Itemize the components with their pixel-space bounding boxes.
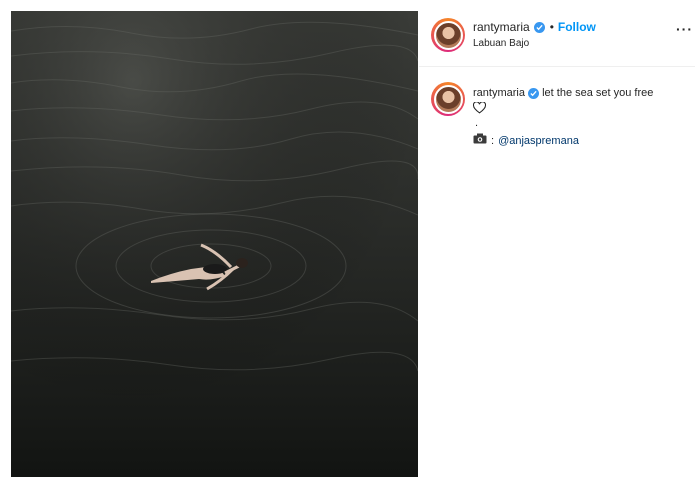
header-user-line: rantymaria • Follow [473,20,596,34]
instagram-post: rantymaria • Follow Labuan Bajo ··· rant… [0,0,700,488]
post-photo[interactable] [11,11,418,477]
post-sidebar: rantymaria • Follow Labuan Bajo ··· rant… [419,11,695,477]
sea-photo-image [11,11,418,477]
post-header: rantymaria • Follow Labuan Bajo ··· [419,11,695,67]
header-username[interactable]: rantymaria [473,20,530,34]
camera-icon [473,133,487,149]
heart-outline-icon [472,101,693,119]
follow-button[interactable]: Follow [558,20,596,34]
caption-text: rantymaria let the sea set you free . : … [472,86,693,149]
photo-credit: : @anjaspremana [473,133,693,149]
verified-badge-icon [528,88,540,99]
location-link[interactable]: Labuan Bajo [473,38,529,49]
verified-badge-icon [533,21,545,33]
caption-body: let the sea set you free [542,87,654,99]
caption-avatar[interactable] [431,82,465,116]
credit-colon: : [491,134,495,147]
avatar-image [433,84,463,114]
caption-block: rantymaria let the sea set you free . : … [419,67,695,187]
more-options-icon[interactable]: ··· [676,21,693,37]
avatar-image [433,20,463,50]
caption-dot: . [475,117,479,129]
avatar[interactable] [431,18,465,52]
caption-username[interactable]: rantymaria [473,87,525,99]
separator-dot: • [549,20,554,34]
mention-link[interactable]: @anjaspremana [498,134,579,149]
